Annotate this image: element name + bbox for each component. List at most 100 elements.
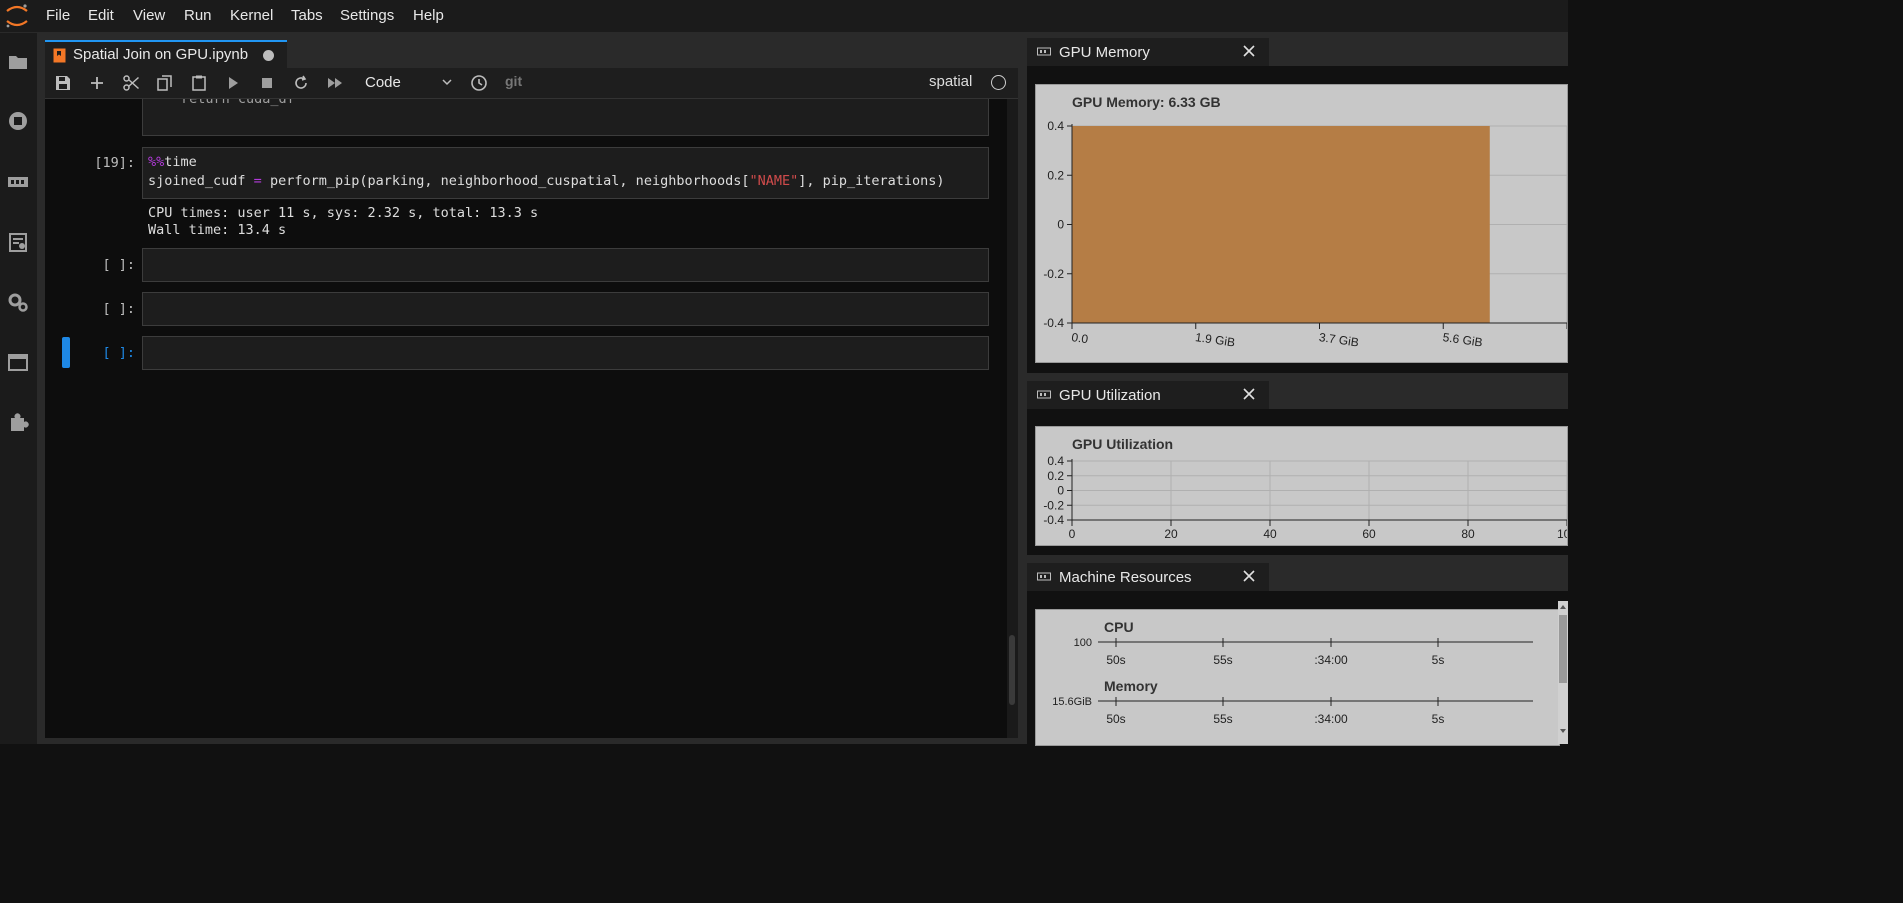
notebook-content: return cuda_df [19]: %%time sjoined_cudf…: [45, 99, 1007, 738]
cell-prompt: [19]:: [94, 155, 135, 171]
x-tick-label: 40: [1263, 527, 1277, 541]
menu-view[interactable]: View: [133, 0, 165, 32]
menu-run[interactable]: Run: [184, 0, 212, 32]
x-tick-label: :34:00: [1314, 653, 1348, 667]
x-tick-label: 5s: [1432, 712, 1445, 726]
y-tick-label: -0.2: [1043, 267, 1064, 281]
chart-title: CPU: [1104, 619, 1134, 635]
y-tick-label: 0: [1057, 484, 1064, 498]
notebook-tab-title: Spatial Join on GPU.ipynb: [73, 46, 249, 63]
bar: [1072, 126, 1490, 323]
gpu-dashboard-icon[interactable]: [7, 171, 29, 193]
close-icon[interactable]: [1241, 43, 1257, 59]
cut-icon[interactable]: [122, 74, 140, 92]
notebook-tab[interactable]: Spatial Join on GPU.ipynb: [45, 40, 287, 70]
paste-icon[interactable]: [190, 74, 208, 92]
y-tick-label: -0.2: [1043, 498, 1064, 512]
x-tick-label: 80: [1461, 527, 1475, 541]
notebook-toolbar: Code git spatial: [45, 68, 1018, 99]
cell-output-line: CPU times: user 11 s, sys: 2.32 s, total…: [148, 205, 539, 221]
gpu-memory-panel: GPU Memory: 6.33 GB 0.4 0.2 0 -0.2 -0.4 0.0 1.9…: [1027, 66, 1568, 373]
cell-prompt: [ ]:: [102, 257, 135, 273]
x-tick-label: 5.6 GiB: [1442, 330, 1484, 349]
restart-icon[interactable]: [292, 74, 310, 92]
x-tick-label: 1.9 GiB: [1194, 330, 1236, 349]
x-tick-label: 50s: [1106, 712, 1125, 726]
gpu-card-icon: [1037, 572, 1051, 581]
machine-scrollbar[interactable]: [1558, 601, 1568, 744]
x-tick-label: 3.7 GiB: [1318, 330, 1360, 349]
tabs-icon[interactable]: [7, 351, 29, 373]
scroll-down-icon[interactable]: [1559, 727, 1567, 735]
x-tick-label: 20: [1164, 527, 1178, 541]
x-tick-label: 60: [1362, 527, 1376, 541]
x-tick-label: 50s: [1106, 653, 1125, 667]
y-tick-label: -0.4: [1043, 513, 1064, 527]
notebook-icon: [53, 48, 66, 63]
chart-title: GPU Memory: 6.33 GB: [1072, 94, 1221, 110]
x-tick-label: 100: [1557, 527, 1567, 541]
settings-gears-icon[interactable]: [7, 291, 29, 313]
copy-icon[interactable]: [156, 74, 174, 92]
close-icon[interactable]: [1241, 568, 1257, 584]
y-tick-label: 100: [1074, 637, 1092, 649]
code-cell-active[interactable]: [142, 336, 989, 370]
menu-settings[interactable]: Settings: [340, 0, 394, 32]
x-tick-label: 5s: [1432, 653, 1445, 667]
scroll-up-icon[interactable]: [1559, 603, 1567, 611]
save-icon[interactable]: [54, 74, 72, 92]
x-tick-label: 0: [1069, 527, 1076, 541]
fast-forward-icon[interactable]: [326, 74, 344, 92]
y-tick-label: 0.4: [1047, 454, 1064, 468]
git-label[interactable]: git: [505, 73, 522, 89]
code-cell-empty[interactable]: [142, 248, 989, 282]
kernel-status-icon: [991, 75, 1006, 90]
code-cell-previous[interactable]: return cuda_df: [142, 99, 989, 136]
gpu-utilization-tab[interactable]: GPU Utilization: [1027, 381, 1269, 409]
close-icon[interactable]: [1241, 386, 1257, 402]
left-sidebar: [0, 33, 38, 744]
gpu-utilization-panel: GPU Utilization 0.4 0.2 0 -0.2 -0.4 0 20 40 60 80 1…: [1027, 409, 1568, 555]
menu-kernel[interactable]: Kernel: [230, 0, 273, 32]
gpu-memory-chart: GPU Memory: 6.33 GB 0.4 0.2 0 -0.2 -0.4 0.0 1.9…: [1035, 84, 1568, 363]
code-cell-empty[interactable]: [142, 292, 989, 326]
folder-icon[interactable]: [7, 51, 29, 73]
scrollbar-thumb[interactable]: [1559, 615, 1567, 683]
y-tick-label: 15.6GiB: [1052, 696, 1092, 708]
x-tick-label: 7.5 GiB: [1566, 330, 1567, 349]
panel-tab-title: GPU Utilization: [1059, 387, 1161, 404]
code-line: %%time: [148, 154, 197, 170]
code-line: return cuda_df: [181, 99, 295, 107]
menu-bar: File Edit View Run Kernel Tabs Settings …: [0, 0, 1568, 33]
machine-resources-tab[interactable]: Machine Resources: [1027, 563, 1269, 591]
machine-resources-panel: CPU 100 50s 55s:34:00 5s Memory 15.6GiB 50s 55s:…: [1027, 591, 1568, 746]
chart-title: Memory: [1104, 678, 1158, 694]
clock-icon[interactable]: [470, 74, 488, 92]
gpu-memory-tab[interactable]: GPU Memory: [1027, 38, 1269, 66]
chevron-down-icon[interactable]: [441, 76, 453, 88]
property-inspector-icon[interactable]: [7, 231, 29, 253]
y-tick-label: 0.2: [1047, 168, 1064, 182]
stop-icon[interactable]: [258, 74, 276, 92]
menu-tabs[interactable]: Tabs: [291, 0, 323, 32]
add-cell-icon[interactable]: [88, 74, 106, 92]
code-cell-19[interactable]: %%time sjoined_cudf = perform_pip(parkin…: [142, 147, 989, 199]
menu-help[interactable]: Help: [413, 0, 444, 32]
machine-resources-chart: CPU 100 50s 55s:34:00 5s Memory 15.6GiB 50s 55s:…: [1035, 609, 1560, 746]
menu-file[interactable]: File: [46, 0, 70, 32]
cell-output-line: Wall time: 13.4 s: [148, 222, 287, 238]
gpu-card-icon: [1037, 390, 1051, 399]
y-tick-label: 0: [1057, 218, 1064, 232]
cell-prompt: [ ]:: [102, 301, 135, 317]
notebook-scrollbar[interactable]: [1007, 99, 1018, 738]
run-icon[interactable]: [224, 74, 242, 92]
scrollbar-thumb[interactable]: [1009, 635, 1015, 705]
kernel-name[interactable]: spatial: [929, 73, 972, 90]
extension-manager-icon[interactable]: [7, 411, 29, 433]
unsaved-dot-icon[interactable]: [263, 50, 274, 61]
jupyter-logo-icon[interactable]: [4, 2, 30, 30]
x-tick-label: 0.0: [1071, 330, 1090, 346]
running-icon[interactable]: [7, 110, 29, 132]
y-tick-label: 0.4: [1047, 119, 1064, 133]
menu-edit[interactable]: Edit: [88, 0, 114, 32]
